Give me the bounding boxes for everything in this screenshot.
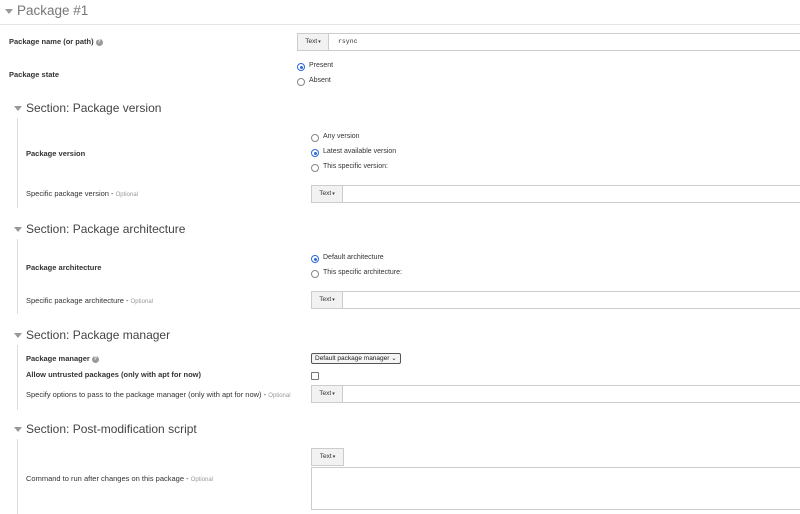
manager-options-type-button[interactable]: Text▾ — [311, 385, 343, 403]
chevron-down-icon: ⌄ — [391, 355, 397, 362]
package-manager-select[interactable]: Default package manager ⌄ — [311, 353, 401, 364]
specific-version-input[interactable] — [342, 185, 800, 203]
version-latest-label: Latest available version — [323, 148, 397, 155]
version-any-radio[interactable] — [311, 134, 319, 142]
post-command-textarea[interactable] — [311, 467, 800, 510]
specific-architecture-label: Specific package architecture - Optional — [26, 296, 153, 305]
allow-untrusted-checkbox[interactable] — [311, 372, 319, 380]
caret-down-icon[interactable] — [14, 227, 22, 232]
arch-specific-label: This specific architecture: — [323, 269, 402, 276]
package-title: Package #1 — [17, 3, 89, 18]
caret-down-icon[interactable] — [5, 9, 13, 14]
specific-version-type-button[interactable]: Text▾ — [311, 185, 343, 203]
section-border — [17, 439, 18, 514]
version-specific-label: This specific version: — [323, 163, 388, 170]
dropdown-arrow-icon: ▾ — [318, 39, 321, 45]
section-title-architecture[interactable]: Section: Package architecture — [26, 222, 185, 236]
state-absent-radio[interactable] — [297, 78, 305, 86]
dropdown-arrow-icon: ▾ — [332, 454, 336, 460]
section-border — [17, 345, 18, 410]
allow-untrusted-label: Allow untrusted packages (only with apt … — [26, 370, 202, 379]
specific-architecture-input[interactable] — [342, 291, 800, 309]
state-present-label: Present — [309, 62, 334, 69]
caret-down-icon[interactable] — [14, 106, 22, 111]
version-latest-radio[interactable] — [311, 149, 319, 157]
arch-default-radio[interactable] — [311, 255, 319, 263]
caret-down-icon[interactable] — [14, 333, 22, 338]
dropdown-arrow-icon: ▾ — [332, 191, 335, 197]
section-title-post-script[interactable]: Section: Post-modification script — [26, 422, 197, 436]
package-name-input[interactable]: rsync — [328, 33, 800, 51]
package-name-type-button[interactable]: Text▾ — [297, 33, 329, 51]
section-border — [17, 239, 18, 314]
state-absent-label: Absent — [309, 77, 331, 84]
arch-default-label: Default architecture — [323, 254, 384, 261]
package-state-label: Package state — [9, 70, 60, 79]
dropdown-arrow-icon: ▾ — [332, 391, 335, 397]
manager-options-label: Specify options to pass to the package m… — [26, 390, 291, 399]
dropdown-arrow-icon: ▾ — [332, 297, 335, 303]
package-architecture-label: Package architecture — [26, 263, 102, 272]
post-command-label: Command to run after changes on this pac… — [26, 474, 214, 483]
post-command-type-button[interactable]: Text▾ — [311, 448, 344, 466]
help-icon[interactable]: ? — [91, 355, 99, 363]
caret-down-icon[interactable] — [14, 427, 22, 432]
section-border — [17, 118, 18, 208]
package-version-label: Package version — [26, 149, 86, 158]
package-name-label: Package name (or path)? — [9, 37, 103, 46]
arch-specific-radio[interactable] — [311, 270, 319, 278]
version-any-label: Any version — [323, 133, 360, 140]
section-title-version[interactable]: Section: Package version — [26, 101, 161, 115]
state-present-radio[interactable] — [297, 63, 305, 71]
help-icon[interactable]: ? — [95, 38, 103, 46]
package-header[interactable]: Package #1 — [0, 0, 800, 25]
manager-options-input[interactable] — [342, 385, 800, 403]
specific-version-label: Specific package version - Optional — [26, 189, 138, 198]
section-title-manager[interactable]: Section: Package manager — [26, 328, 170, 342]
package-manager-label: Package manager? — [26, 354, 99, 363]
version-specific-radio[interactable] — [311, 164, 319, 172]
specific-architecture-type-button[interactable]: Text▾ — [311, 291, 343, 309]
